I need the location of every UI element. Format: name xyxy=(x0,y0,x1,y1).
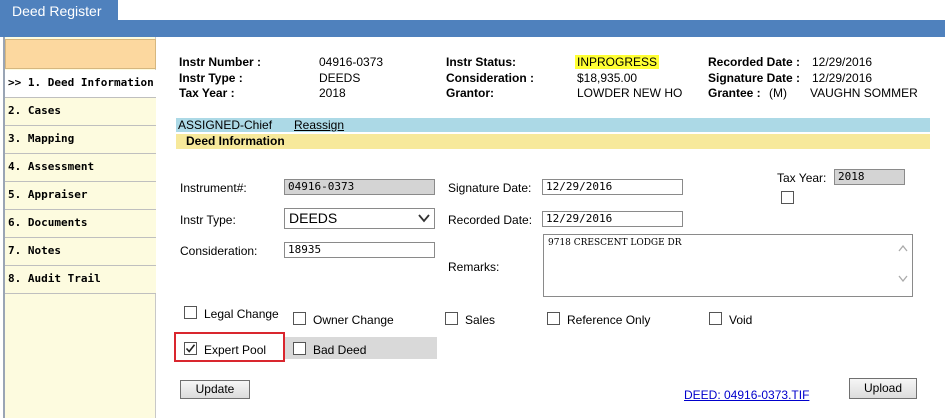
consideration-field[interactable]: 18935 xyxy=(284,242,435,258)
sidebar-item-mapping[interactable]: 3. Mapping xyxy=(5,126,156,154)
tax-year-checkbox[interactable] xyxy=(781,191,794,204)
summary-instr-number-label: Instr Number : xyxy=(179,55,262,69)
sidebar: >> 1. Deed Information 2. Cases 3. Mappi… xyxy=(3,37,156,418)
summary-tax-year-label: Tax Year : xyxy=(179,86,235,100)
recorded-date-field[interactable]: 12/29/2016 xyxy=(542,211,683,227)
scroll-up-icon[interactable] xyxy=(898,245,908,252)
top-bar-strip xyxy=(118,20,945,37)
summary-grantee: VAUGHN SOMMER xyxy=(810,86,918,100)
legal-change-label: Legal Change xyxy=(204,307,279,321)
remarks-textarea[interactable]: 9718 CRESCENT LODGE DR xyxy=(543,234,913,297)
summary-grantor: LOWDER NEW HO xyxy=(577,86,683,100)
summary-consideration-label: Consideration : xyxy=(446,71,535,85)
sidebar-item-documents[interactable]: 6. Documents xyxy=(5,210,156,238)
assignment-bar: ASSIGNED-Chief Reassign xyxy=(176,118,930,132)
reference-only-label: Reference Only xyxy=(567,313,651,327)
summary-recorded-date-label: Recorded Date : xyxy=(708,55,801,69)
instr-type-select-value: DEEDS xyxy=(289,210,338,226)
summary-grantor-label: Grantor: xyxy=(446,86,494,100)
remarks-label: Remarks: xyxy=(448,260,500,274)
expert-pool-checkbox[interactable] xyxy=(184,342,197,355)
signature-date-label: Signature Date: xyxy=(448,181,532,195)
summary-instr-status-label: Instr Status: xyxy=(446,55,517,69)
owner-change-label: Owner Change xyxy=(313,313,394,327)
instrument-field[interactable]: 04916-0373 xyxy=(284,179,435,195)
instrument-label: Instrument#: xyxy=(180,181,247,195)
reassign-link[interactable]: Reassign xyxy=(294,118,344,132)
chevron-down-icon xyxy=(418,214,430,223)
expert-pool-label: Expert Pool xyxy=(204,343,267,357)
sales-label: Sales xyxy=(465,313,496,327)
void-label: Void xyxy=(729,313,753,327)
summary-recorded-date: 12/29/2016 xyxy=(812,55,873,69)
signature-date-field[interactable]: 12/29/2016 xyxy=(542,179,683,195)
instr-type-label: Instr Type: xyxy=(180,213,236,227)
summary-grantee-flag: (M) xyxy=(769,86,787,100)
check-icon xyxy=(185,344,196,353)
summary-instr-number: 04916-0373 xyxy=(319,55,384,69)
summary-signature-date: 12/29/2016 xyxy=(812,71,873,85)
recorded-date-label: Recorded Date: xyxy=(448,213,533,227)
status-badge: INPROGRESS xyxy=(575,55,660,69)
sidebar-item-audit-trail[interactable]: 8. Audit Trail xyxy=(5,266,156,294)
summary-instr-type-label: Instr Type : xyxy=(179,71,243,85)
owner-change-checkbox[interactable] xyxy=(293,312,306,325)
sidebar-item-cases[interactable]: 2. Cases xyxy=(5,98,156,126)
scroll-down-icon[interactable] xyxy=(898,275,908,282)
remarks-value: 9718 CRESCENT LODGE DR xyxy=(548,238,682,248)
summary-instr-status: INPROGRESS xyxy=(575,55,660,69)
void-checkbox[interactable] xyxy=(709,312,722,325)
update-button[interactable]: Update xyxy=(180,380,250,399)
sidebar-item-assessment[interactable]: 4. Assessment xyxy=(5,154,156,182)
instr-type-select[interactable]: DEEDS xyxy=(284,208,435,229)
legal-change-checkbox[interactable] xyxy=(184,306,197,319)
summary-tax-year: 2018 xyxy=(319,86,346,100)
section-title-deed-information: Deed Information xyxy=(176,134,930,149)
sidebar-header xyxy=(5,39,156,69)
sidebar-item-appraiser[interactable]: 5. Appraiser xyxy=(5,182,156,210)
deed-document-link[interactable]: DEED: 04916-0373.TIF xyxy=(684,388,809,402)
summary-instr-type: DEEDS xyxy=(319,71,361,85)
consideration-label: Consideration: xyxy=(180,244,258,258)
bad-deed-checkbox[interactable] xyxy=(293,342,306,355)
summary-consideration: $18,935.00 xyxy=(577,71,638,85)
sidebar-item-deed-information[interactable]: >> 1. Deed Information xyxy=(5,70,156,98)
sidebar-item-notes[interactable]: 7. Notes xyxy=(5,238,156,266)
bad-deed-label: Bad Deed xyxy=(313,343,367,357)
reference-only-checkbox[interactable] xyxy=(547,312,560,325)
sales-checkbox[interactable] xyxy=(445,312,458,325)
tab-deed-register[interactable]: Deed Register xyxy=(0,0,118,37)
tax-year-field[interactable]: 2018 xyxy=(834,169,905,185)
upload-button[interactable]: Upload xyxy=(849,378,917,399)
summary-grantee-label: Grantee : xyxy=(708,86,761,100)
summary-signature-date-label: Signature Date : xyxy=(708,71,801,85)
tax-year-label: Tax Year: xyxy=(777,171,827,185)
assigned-label: ASSIGNED-Chief xyxy=(178,118,273,132)
